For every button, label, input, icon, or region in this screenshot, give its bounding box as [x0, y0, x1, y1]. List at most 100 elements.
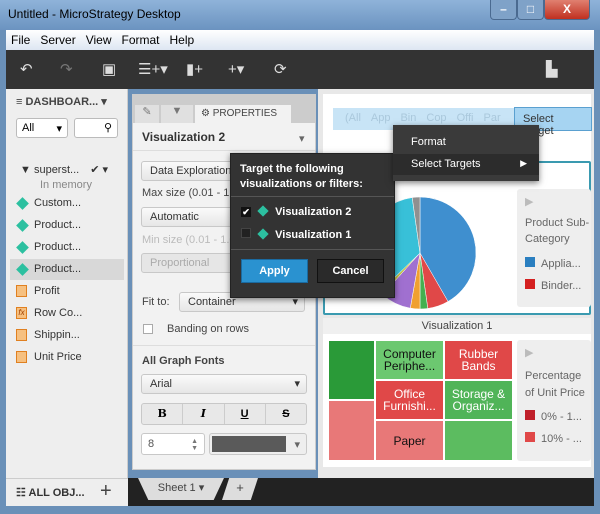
- treemap-cell[interactable]: Office Furnishi...: [375, 380, 444, 420]
- filter-item[interactable]: Par: [483, 112, 500, 126]
- menu-format[interactable]: Format: [116, 30, 164, 50]
- treemap-cell[interactable]: [328, 400, 375, 461]
- all-objects-button[interactable]: ☷ ALL OBJ...: [16, 486, 85, 499]
- attribute-item-selected[interactable]: Product...: [10, 259, 124, 280]
- menu-help[interactable]: Help: [165, 30, 200, 50]
- filter-item[interactable]: App: [371, 112, 391, 126]
- add-data-icon[interactable]: ☰+▾: [138, 60, 168, 78]
- checkbox-unchecked[interactable]: [241, 228, 251, 238]
- viz2-legend: ▶ Product Sub-Category Applia... Binder.…: [517, 189, 591, 307]
- legend-item: 0% - 1...: [525, 410, 582, 423]
- underline-button[interactable]: U: [225, 404, 266, 424]
- font-size-stepper[interactable]: 8 ▲ ▼: [141, 433, 205, 455]
- attribute-label: Product...: [34, 263, 82, 275]
- redo-icon[interactable]: ↷: [60, 60, 73, 78]
- tab-filter[interactable]: ▼: [161, 105, 193, 123]
- toolbar: ↶ ↷ ▣ ☰+▾ ▮+ +▾ ⟳ ▙: [6, 50, 594, 89]
- legend-item: Applia...: [525, 257, 581, 270]
- context-menu: Format Select Targets ▶: [393, 125, 539, 181]
- treemap-cell[interactable]: [444, 420, 513, 461]
- attribute-label: Product...: [34, 241, 82, 253]
- italic-button[interactable]: I: [183, 404, 225, 424]
- window-title: Untitled - MicroStrategy Desktop: [8, 7, 181, 21]
- visualization-icon: [257, 228, 269, 240]
- dashboard-header[interactable]: ≡ DASHBOAR... ▾: [16, 95, 107, 108]
- filter-item[interactable]: (All: [345, 112, 361, 126]
- metric-item[interactable]: Profit: [10, 281, 124, 302]
- target-option[interactable]: Visualization 1: [241, 228, 351, 241]
- metric-label: Unit Price: [34, 351, 82, 363]
- minimize-button[interactable]: –: [490, 0, 517, 20]
- treemap-cell[interactable]: [328, 340, 375, 400]
- chevron-down-icon[interactable]: ▾: [299, 132, 305, 145]
- tab-properties[interactable]: ⚙ PROPERTIES: [195, 105, 291, 123]
- banding-checkbox[interactable]: [143, 324, 153, 334]
- treemap-cell[interactable]: Storage & Organiz...: [444, 380, 513, 420]
- font-color-picker[interactable]: ▾: [209, 433, 307, 455]
- menu-server[interactable]: Server: [35, 30, 80, 50]
- search-input[interactable]: ⚲: [74, 118, 118, 138]
- tab-sheet-1[interactable]: Sheet 1 ▾: [138, 478, 224, 500]
- insert-icon[interactable]: +▾: [228, 60, 244, 78]
- filter-item[interactable]: Offi: [457, 112, 474, 126]
- add-visualization-icon[interactable]: ▮+: [186, 60, 203, 78]
- menu-view[interactable]: View: [81, 30, 117, 50]
- metric-label: Profit: [34, 285, 60, 297]
- legend-label: 0% - 1...: [541, 411, 582, 423]
- attribute-item[interactable]: Product...: [10, 237, 124, 258]
- legend-swatch: [525, 257, 535, 267]
- attribute-label: Custom...: [34, 197, 82, 209]
- add-sheet-button[interactable]: +: [222, 478, 258, 500]
- checkbox-checked[interactable]: ✔: [241, 207, 251, 217]
- legend-expand-icon[interactable]: ▶: [525, 346, 533, 359]
- menu-bar: File Server View Format Help: [6, 30, 594, 50]
- menu-file[interactable]: File: [6, 30, 35, 50]
- attribute-icon: [16, 219, 29, 232]
- filter-select[interactable]: All ▾: [16, 118, 68, 138]
- all-objects-bar: ☷ ALL OBJ... +: [6, 478, 128, 506]
- filter-value: All: [22, 122, 35, 134]
- bold-button[interactable]: B: [142, 404, 184, 424]
- apply-button[interactable]: Apply: [241, 259, 308, 283]
- sheet-bar: Sheet 1 ▾ +: [128, 478, 594, 506]
- refresh-icon[interactable]: ⟳: [274, 60, 287, 78]
- legend-expand-icon[interactable]: ▶: [525, 195, 533, 208]
- strikethrough-button[interactable]: S: [266, 404, 306, 424]
- dialog-title: Target the following visualizations or f…: [240, 163, 363, 190]
- treemap-cell[interactable]: Computer Periphe...: [375, 340, 444, 380]
- close-button[interactable]: X: [544, 0, 590, 20]
- option-label: Visualization 1: [275, 229, 352, 241]
- font-size-value: 8: [148, 438, 155, 450]
- save-icon[interactable]: ▣: [102, 60, 116, 78]
- font-select[interactable]: Arial ▾: [141, 374, 307, 394]
- dataset-item[interactable]: ▼ superst... ✔ ▾: [20, 163, 108, 176]
- undo-icon[interactable]: ↶: [20, 60, 33, 78]
- metric-item[interactable]: fx Row Co...: [10, 303, 124, 324]
- add-object-button[interactable]: +: [100, 480, 112, 503]
- metric-icon: [16, 285, 27, 297]
- attribute-item[interactable]: Product...: [10, 215, 124, 236]
- present-icon[interactable]: ▙: [546, 60, 558, 78]
- attribute-item[interactable]: Custom...: [10, 193, 124, 214]
- visualization-1[interactable]: Computer Periphe... Office Furnishi... P…: [323, 334, 591, 467]
- menu-item-format[interactable]: Format: [411, 136, 446, 148]
- visualization-1-title[interactable]: Visualization 1: [323, 318, 591, 334]
- menu-item-select-targets[interactable]: Select Targets ▶: [393, 154, 539, 175]
- attribute-icon: [16, 263, 29, 276]
- filter-item[interactable]: Bin: [400, 112, 416, 126]
- metric-item[interactable]: Unit Price: [10, 347, 124, 368]
- cancel-button[interactable]: Cancel: [317, 259, 384, 283]
- visualization-selector[interactable]: Visualization 2: [142, 130, 225, 144]
- treemap-cell[interactable]: Rubber Bands: [444, 340, 513, 380]
- viz1-legend: ▶ Percentage of Unit Price 0% - 1... 10%…: [517, 340, 591, 461]
- metric-item[interactable]: Shippin...: [10, 325, 124, 346]
- metric-label: Shippin...: [34, 329, 80, 341]
- filter-item[interactable]: Cop: [426, 112, 446, 126]
- treemap-cell[interactable]: Paper: [375, 420, 444, 461]
- attribute-icon: [16, 197, 29, 210]
- search-icon: ⚲: [103, 122, 112, 134]
- tab-format[interactable]: ✎: [135, 105, 159, 123]
- target-option[interactable]: ✔ Visualization 2: [241, 205, 351, 218]
- legend-swatch: [525, 432, 535, 442]
- maximize-button[interactable]: □: [517, 0, 544, 20]
